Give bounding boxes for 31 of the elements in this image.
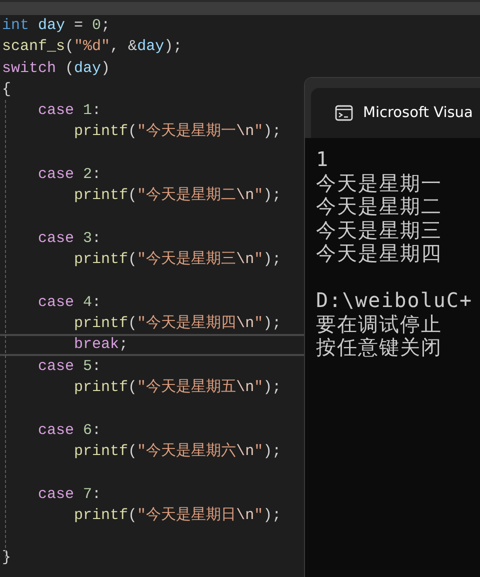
code-line: case 7:: [37, 484, 102, 505]
code-line: printf("今天是星期日\n");: [73, 506, 282, 526]
console-line: 1: [316, 148, 330, 172]
code-line: switch (day): [2, 58, 110, 79]
console-line: 今天是星期三: [316, 218, 442, 242]
code-line: printf("今天是星期三\n");: [73, 250, 282, 270]
console-line: 今天是星期二: [316, 195, 442, 218]
code-line: printf("今天是星期四\n");: [73, 314, 282, 334]
code-line: printf("今天是星期五\n");: [73, 378, 282, 398]
code-line: case 4:: [37, 292, 102, 313]
console-line: D:\weiboluC+: [316, 289, 472, 312]
code-line: printf("今天是星期一\n");: [73, 122, 282, 142]
code-line: }: [2, 548, 12, 568]
code-line: case 1:: [37, 101, 102, 122]
code-line: printf("今天是星期二\n");: [73, 186, 282, 206]
console-line: 今天是星期四: [316, 242, 442, 266]
terminal-tab[interactable]: Microsoft Visua: [311, 88, 480, 138]
code-line: case 6:: [37, 420, 102, 441]
code-line: break;: [73, 336, 128, 354]
window-title: Microsoft Visua: [363, 105, 473, 121]
console-line: 要在调试停止: [316, 312, 442, 336]
code-line: case 3:: [37, 228, 102, 249]
code-line: case 2:: [37, 165, 102, 186]
code-line: case 5:: [37, 356, 102, 377]
terminal-icon: [335, 105, 353, 121]
console-line: 今天是星期一: [316, 172, 442, 195]
code-line: {: [2, 80, 12, 100]
console-line: 按任意键关闭: [316, 336, 442, 360]
code-line: scanf_s("%d", &day);: [2, 37, 182, 58]
code-line: int day = 0;: [2, 16, 110, 36]
code-line: printf("今天是星期六\n");: [73, 442, 282, 462]
